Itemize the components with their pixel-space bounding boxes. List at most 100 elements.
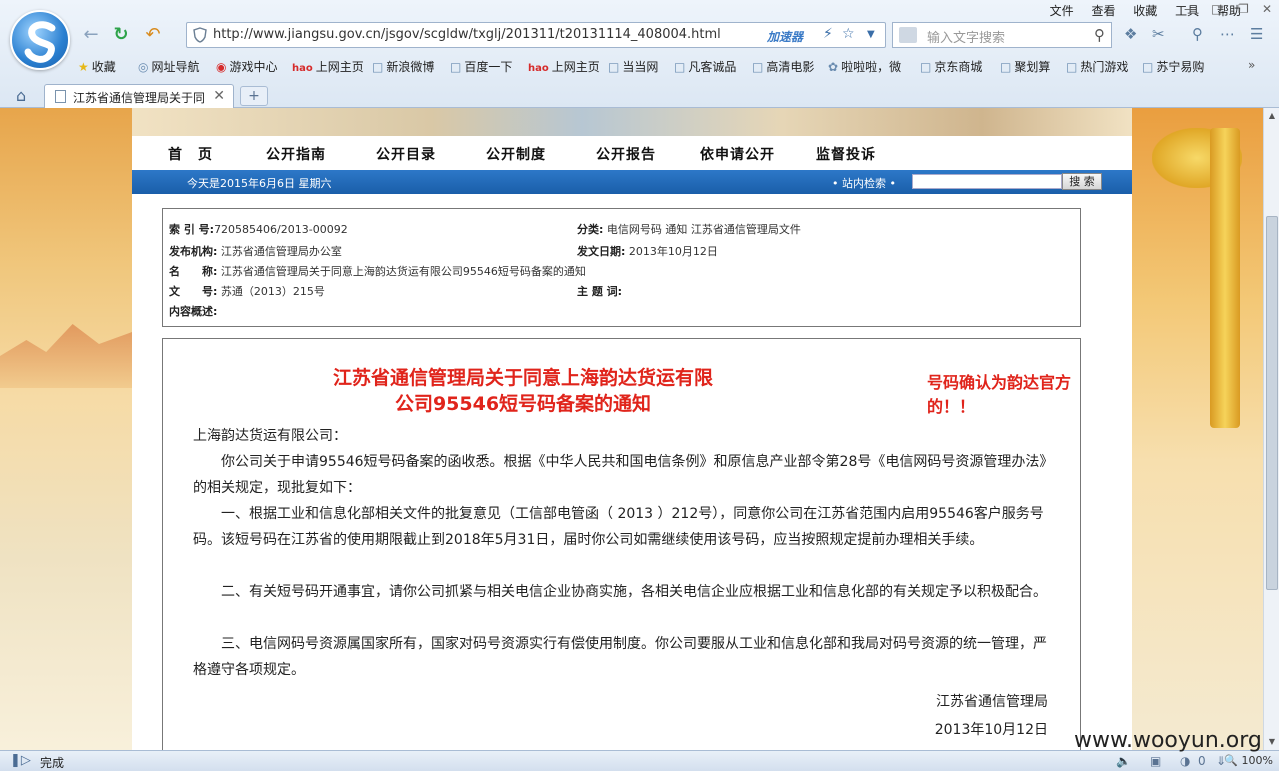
nav-complaint[interactable]: 监督投诉: [816, 144, 876, 164]
paragraph-4: 三、电信网码号资源属国家所有，国家对码号资源实行有偿使用制度。你公司要服从工业和…: [193, 636, 1047, 678]
menu-icon[interactable]: ☰: [1250, 25, 1263, 43]
search-engine-icon[interactable]: [899, 27, 917, 43]
fav-item[interactable]: □ 苏宁易购: [1142, 58, 1204, 75]
site-search-button[interactable]: 搜 索: [1062, 173, 1102, 190]
lightning-icon[interactable]: ⚡: [823, 26, 833, 42]
great-wall-decor: [0, 324, 132, 388]
favorite-star-icon[interactable]: ☆: [842, 26, 855, 42]
back-icon[interactable]: ←: [80, 24, 102, 46]
download-icon[interactable]: ❖: [1124, 25, 1137, 43]
undo-icon[interactable]: ↶: [142, 24, 164, 46]
page-icon: □: [1066, 60, 1078, 74]
refresh-icon[interactable]: ↻: [110, 24, 132, 46]
home-icon[interactable]: ⌂: [16, 86, 26, 105]
search-box[interactable]: 输入文字搜索 ⚲: [892, 22, 1112, 48]
nav-home[interactable]: 首 页: [168, 144, 213, 164]
sign-date: 2013年10月12日: [934, 722, 1048, 738]
minimize-icon[interactable]: —: [1184, 2, 1196, 16]
accelerator-button[interactable]: 加速器: [767, 28, 803, 45]
fav-item[interactable]: ★ 收藏: [78, 58, 116, 75]
red-annotation: 号码确认为韵达官方的！！: [927, 373, 1072, 416]
watermark: www.wooyun.org: [1074, 728, 1262, 753]
nav-request[interactable]: 依申请公开: [700, 144, 775, 164]
fav-item[interactable]: □ 京东商城: [920, 58, 982, 75]
meta-summary: 内容概述:: [169, 305, 218, 318]
star-icon: ★: [78, 60, 89, 74]
restore-icon[interactable]: ❐: [1238, 2, 1249, 16]
scroll-up-icon[interactable]: ▲: [1264, 108, 1279, 124]
decor-right: [1132, 108, 1263, 750]
huabiao-pillar-decor: [1210, 128, 1240, 428]
today-date: 今天是2015年6月6日 星期六: [187, 177, 332, 190]
tab-active[interactable]: 江苏省通信管理局关于同 ✕: [44, 84, 234, 108]
menu-view[interactable]: 查看: [1091, 4, 1115, 18]
tools-scissors-icon[interactable]: ✂: [1152, 25, 1165, 43]
fav-item[interactable]: □ 高清电影: [752, 58, 814, 75]
url-text[interactable]: http://www.jiangsu.gov.cn/jsgov/scgldw/t…: [213, 27, 721, 42]
scroll-down-icon[interactable]: ▼: [1264, 734, 1279, 750]
meta-subject: 主 题 词:: [577, 285, 623, 298]
page-content: 首 页 公开指南 公开目录 公开制度 公开报告 依申请公开 监督投诉 今天是20…: [132, 108, 1132, 750]
status-text: 完成: [40, 756, 65, 770]
tab-title: 江苏省通信管理局关于同: [73, 91, 206, 105]
globe-icon: ◎: [138, 60, 149, 74]
fav-item[interactable]: ◎ 网址导航: [138, 58, 200, 75]
sogou-logo-icon[interactable]: [10, 10, 70, 70]
wifi-icon[interactable]: ◑: [1180, 754, 1190, 768]
paragraph-1: 你公司关于申请95546短号码备案的函收悉。根据《中华人民共和国电信条例》和原信…: [193, 454, 1047, 496]
fav-item[interactable]: ✿ 啦啦啦，微: [828, 58, 901, 75]
key-icon[interactable]: ⚲: [1192, 25, 1203, 43]
address-bar[interactable]: http://www.jiangsu.gov.cn/jsgov/scgldw/t…: [186, 22, 886, 48]
favorites-bar: ★ 收藏 ◎ 网址导航 ◉ 游戏中心 hao 上网主页 □ 新浪微博 □ 百度一下 hao 上…: [78, 57, 1268, 77]
date-search-bar: 今天是2015年6月6日 星期六 • 站内检索 • 搜 索: [132, 170, 1132, 194]
nav-system[interactable]: 公开制度: [486, 144, 546, 164]
signer: 江苏省通信管理局: [936, 694, 1048, 710]
search-icon[interactable]: ⚲: [1094, 26, 1105, 44]
fav-item[interactable]: □ 百度一下: [450, 58, 512, 75]
fav-item[interactable]: □ 凡客诚品: [674, 58, 736, 75]
scroll-thumb[interactable]: [1266, 216, 1278, 590]
vertical-scrollbar[interactable]: ▲ ▼: [1263, 108, 1279, 750]
close-tab-icon[interactable]: ✕: [213, 88, 225, 104]
site-search-label: • 站内检索 •: [832, 177, 896, 190]
fav-item[interactable]: □ 聚划算: [1000, 58, 1050, 75]
page-icon: □: [1142, 60, 1154, 74]
paragraph-2: 一、根据工业和信息化部相关文件的批复意见（工信部电管函（ 2013 ）212号）…: [193, 506, 1044, 548]
header-banner: [132, 108, 1132, 136]
fav-item[interactable]: hao 上网主页: [292, 58, 364, 75]
new-tab-button[interactable]: +: [240, 86, 268, 106]
site-search-input[interactable]: [912, 174, 1062, 189]
fav-item[interactable]: □ 新浪微博: [372, 58, 434, 75]
page-icon: □: [1000, 60, 1012, 74]
main-nav: 首 页 公开指南 公开目录 公开制度 公开报告 依申请公开 监督投诉: [132, 136, 1132, 170]
menu-favorites[interactable]: 收藏: [1133, 4, 1157, 18]
document-title: 江苏省通信管理局关于同意上海韵达货运有限 公司95546短号码备案的通知: [332, 367, 713, 415]
nav-catalog[interactable]: 公开目录: [376, 144, 436, 164]
fav-item[interactable]: □ 热门游戏: [1066, 58, 1128, 75]
dropdown-icon[interactable]: ▼: [867, 29, 875, 40]
page-icon: □: [920, 60, 932, 74]
fav-item[interactable]: □ 当当网: [608, 58, 658, 75]
sidebar-toggle-icon[interactable]: ❚▷: [10, 753, 31, 768]
close-window-icon[interactable]: ✕: [1262, 2, 1272, 16]
menu-file[interactable]: 文件: [1050, 4, 1074, 18]
page-icon: □: [608, 60, 620, 74]
page-icon: □: [752, 60, 764, 74]
screenshot-icon[interactable]: ▣: [1150, 754, 1161, 768]
fav-item[interactable]: ◉ 游戏中心: [216, 58, 278, 75]
status-count: 0: [1198, 754, 1206, 768]
page-icon: □: [372, 60, 384, 74]
fav-item[interactable]: hao 上网主页: [528, 58, 600, 75]
tab-bar: ⌂ 江苏省通信管理局关于同 ✕ +: [0, 82, 1279, 108]
meta-date: 发文日期: 2013年10月12日: [577, 245, 718, 258]
browser-toolbar: ← ↻ ↶ http://www.jiangsu.gov.cn/jsgov/sc…: [0, 0, 1279, 108]
page-icon: □: [674, 60, 686, 74]
zoom-level[interactable]: 🔍 100%: [1224, 754, 1273, 767]
volume-icon[interactable]: 🔈: [1116, 754, 1131, 768]
nav-guide[interactable]: 公开指南: [266, 144, 326, 164]
more-icon[interactable]: ⋯: [1220, 25, 1235, 43]
maximize-icon[interactable]: □: [1211, 2, 1222, 16]
more-favorites-icon[interactable]: »: [1248, 58, 1255, 72]
nav-report[interactable]: 公开报告: [596, 144, 656, 164]
game-icon: ◉: [216, 60, 227, 74]
